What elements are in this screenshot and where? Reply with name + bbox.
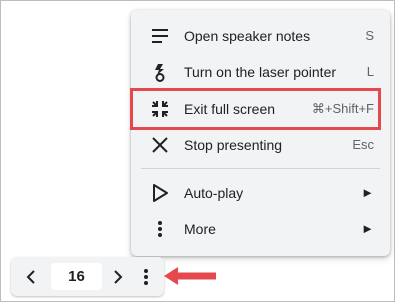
page-number[interactable]: 16 [51, 263, 102, 290]
menu-item-label: Auto-play [184, 185, 244, 201]
menu-item-label: More [184, 221, 216, 237]
more-vert-icon [158, 221, 162, 237]
menu-item-auto-play[interactable]: Auto-play ► [131, 175, 390, 211]
submenu-arrow-icon: ► [361, 221, 374, 236]
menu-item-shortcut: L [366, 64, 374, 79]
presenter-options-menu: Open speaker notes S Turn on the laser p… [131, 10, 390, 256]
play-icon [153, 184, 168, 202]
menu-item-open-speaker-notes[interactable]: Open speaker notes S [131, 18, 390, 54]
menu-item-label: Turn on the laser pointer [184, 64, 337, 80]
close-icon [152, 137, 168, 153]
menu-item-label: Open speaker notes [184, 28, 311, 44]
laser-pointer-icon [155, 64, 165, 82]
menu-item-shortcut: S [365, 28, 374, 43]
speaker-notes-icon [152, 29, 168, 43]
presentation-pager: 16 [11, 257, 164, 296]
submenu-arrow-icon: ► [361, 185, 374, 200]
chevron-right-icon[interactable] [107, 266, 129, 288]
annotation-arrow-icon [164, 267, 216, 285]
chevron-left-icon[interactable] [20, 266, 42, 288]
menu-item-laser-pointer[interactable]: Turn on the laser pointer L [131, 54, 390, 90]
menu-item-label: Stop presenting [184, 137, 283, 153]
menu-item-shortcut: Esc [352, 137, 374, 152]
more-vert-icon[interactable] [135, 266, 157, 288]
menu-divider [141, 168, 380, 169]
menu-item-stop-presenting[interactable]: Stop presenting Esc [131, 127, 390, 163]
highlight-box [130, 88, 381, 130]
menu-item-more[interactable]: More ► [131, 211, 390, 247]
